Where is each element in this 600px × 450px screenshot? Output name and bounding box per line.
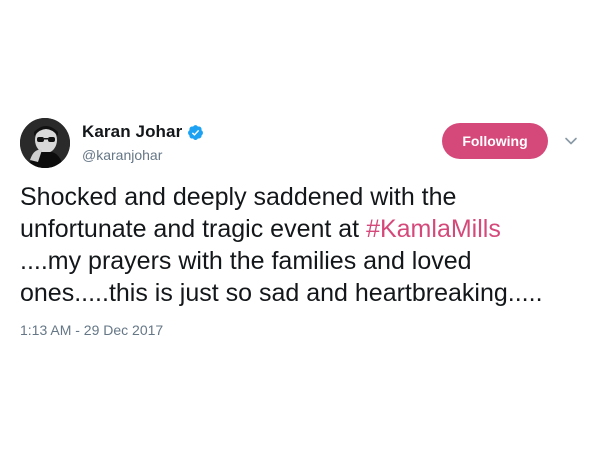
- verified-badge-icon: [187, 124, 204, 141]
- avatar-photo-icon: [20, 118, 70, 168]
- user-handle[interactable]: @karanjohar: [82, 147, 204, 163]
- tweet-text-line: ones.....this is just so sad and heartbr…: [20, 279, 543, 307]
- chevron-down-icon[interactable]: [564, 134, 578, 148]
- name-row: Karan Johar: [82, 120, 204, 144]
- user-info: Karan Johar @karanjohar: [82, 120, 204, 163]
- tweet-timestamp[interactable]: 1:13 AM - 29 Dec 2017: [20, 322, 163, 338]
- tweet-text: Shocked and deeply saddened with the unf…: [20, 181, 588, 309]
- tweet-text-line: Shocked and deeply saddened with the: [20, 183, 457, 211]
- tweet-text-line: unfortunate and tragic event at #KamlaMi…: [20, 213, 588, 245]
- hashtag-link[interactable]: #KamlaMills: [366, 215, 501, 243]
- tweet-card: Karan Johar @karanjohar Following Shocke…: [0, 0, 600, 450]
- display-name[interactable]: Karan Johar: [82, 122, 182, 142]
- tweet-text-line: ....my prayers with the families and lov…: [20, 247, 472, 275]
- following-button[interactable]: Following: [442, 123, 548, 159]
- tweet-header: Karan Johar @karanjohar Following: [20, 118, 580, 170]
- tweet-text-segment: unfortunate and tragic event at: [20, 215, 367, 243]
- avatar[interactable]: [20, 118, 70, 168]
